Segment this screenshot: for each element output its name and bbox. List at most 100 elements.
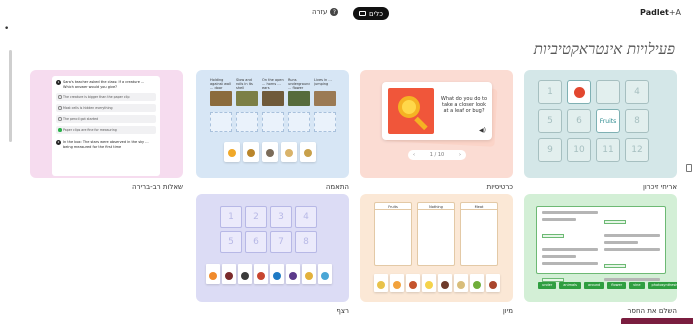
quiz-option[interactable]: The creature is bigger than the paper cl…	[56, 93, 156, 101]
activity-card-sequence[interactable]: 1 2 3 4 5 6 7 8 רצף	[196, 194, 349, 315]
card-label[interactable]: רצף	[196, 307, 349, 315]
match-drop-zone[interactable]	[236, 112, 258, 132]
match-drop-zone[interactable]	[210, 112, 232, 132]
activity-card-fill-blanks[interactable]: under animals around flower vine photosy…	[524, 194, 677, 315]
sort-bucket[interactable]: Nothing	[417, 202, 455, 266]
owl-icon	[247, 149, 255, 157]
blank-slot[interactable]	[604, 219, 626, 224]
bottom-corner-badge[interactable]	[621, 318, 693, 324]
activity-card-memory[interactable]: 1 4 5 6 Fruits 8 9 10 11 12 אריחי זיכרון	[524, 70, 677, 191]
match-image	[262, 91, 284, 106]
orange-icon	[209, 272, 217, 280]
sort-item[interactable]	[406, 274, 420, 292]
question-mark-icon: ?	[330, 8, 339, 16]
word-chip[interactable]: around	[583, 282, 605, 289]
match-drop-zone[interactable]	[288, 112, 310, 132]
quiz-option[interactable]: The pencil got started	[56, 115, 156, 123]
sequence-slot[interactable]: 4	[295, 206, 317, 228]
matching-thumbnail[interactable]: Holding against wall ... door Slow and r…	[196, 70, 349, 178]
sort-item[interactable]	[438, 274, 452, 292]
text-line	[542, 211, 598, 214]
sort-item[interactable]	[470, 274, 484, 292]
sequence-tile[interactable]	[254, 264, 268, 284]
sequence-slot[interactable]: 8	[295, 231, 317, 253]
tools-button[interactable]: כלים	[353, 7, 389, 20]
apple-icon	[573, 86, 585, 98]
card-label[interactable]: התאמה	[196, 183, 349, 191]
sort-item[interactable]	[486, 274, 500, 292]
match-drop-zone[interactable]	[262, 112, 284, 132]
sort-item[interactable]	[390, 274, 404, 292]
activity-card-matching[interactable]: Holding against wall ... door Slow and r…	[196, 70, 349, 191]
match-tile[interactable]	[224, 142, 240, 162]
card-label[interactable]: מיון	[360, 307, 513, 315]
sequence-tile[interactable]	[238, 264, 252, 284]
match-tile[interactable]	[243, 142, 259, 162]
match-tile[interactable]	[281, 142, 297, 162]
memory-tile: 10	[567, 138, 591, 162]
quiz-option-correct[interactable]: Paper clips are fine for measuring	[56, 126, 156, 134]
flashcards-thumbnail[interactable]: What do you do to take a closer look at …	[360, 70, 513, 178]
sequence-tile[interactable]	[222, 264, 236, 284]
logo-text: Padlet	[640, 8, 669, 17]
quiz-thumbnail[interactable]: 1 Sara's teacher asked the class: If a cr…	[30, 70, 183, 178]
sort-item[interactable]	[374, 274, 388, 292]
word-chip[interactable]: animals	[559, 282, 581, 289]
sequence-tile[interactable]	[270, 264, 284, 284]
blank-slot[interactable]	[542, 277, 564, 282]
sequence-slot[interactable]: 3	[270, 206, 292, 228]
sort-bucket[interactable]: Meat	[460, 202, 498, 266]
padlet-logo[interactable]: Padlet+A	[640, 8, 681, 17]
card-label[interactable]: השלם את החסר	[524, 307, 677, 315]
sort-thumbnail[interactable]: Fruits Nothing Meat	[360, 194, 513, 302]
sequence-tile[interactable]	[286, 264, 300, 284]
sequence-tile[interactable]	[318, 264, 332, 284]
fill-blanks-thumbnail[interactable]: under animals around flower vine photosy…	[524, 194, 677, 302]
sequence-slot[interactable]: 6	[245, 231, 267, 253]
deer-icon	[266, 149, 274, 157]
sequence-tile[interactable]	[206, 264, 220, 284]
frog-icon	[304, 149, 312, 157]
speaker-icon[interactable]: ◀)	[479, 127, 486, 134]
blank-slot[interactable]	[604, 263, 626, 268]
chevron-right-icon[interactable]: ›	[459, 152, 461, 158]
card-label[interactable]: אריחי זיכרון	[524, 183, 677, 191]
quiz-question-text: Sara's teacher asked the class: If a cre…	[63, 80, 145, 89]
activity-card-flashcards[interactable]: What do you do to take a closer look at …	[360, 70, 513, 191]
card-label[interactable]: כרטיסיות	[360, 183, 513, 191]
sort-bucket[interactable]: Fruits	[374, 202, 412, 266]
match-image	[210, 91, 232, 106]
chevron-left-icon[interactable]: ‹	[413, 152, 415, 158]
match-caption: Slow and rolls in its shell	[236, 78, 253, 90]
sequence-slot[interactable]: 1	[220, 206, 242, 228]
sort-item[interactable]	[454, 274, 468, 292]
memory-tile: 8	[625, 109, 649, 133]
match-tile[interactable]	[262, 142, 278, 162]
sequence-thumbnail[interactable]: 1 2 3 4 5 6 7 8	[196, 194, 349, 302]
side-panel-icon[interactable]	[686, 164, 692, 172]
steak-icon	[489, 281, 497, 289]
blank-slot[interactable]	[542, 233, 564, 238]
word-chip[interactable]: flower	[607, 282, 627, 289]
activity-card-quiz[interactable]: 1 Sara's teacher asked the class: If a cr…	[30, 70, 183, 191]
flashcard-pager[interactable]: ‹ 1 / 10 ›	[408, 150, 466, 160]
question-number-icon: 2	[56, 140, 61, 145]
match-drop-zone[interactable]	[314, 112, 336, 132]
match-tile[interactable]	[300, 142, 316, 162]
word-chip[interactable]: under	[538, 282, 557, 289]
quiz-option[interactable]: Most cells is hidden everything	[56, 104, 156, 112]
activity-card-sort[interactable]: Fruits Nothing Meat מיון	[360, 194, 513, 315]
sequence-slot[interactable]: 7	[270, 231, 292, 253]
help-button[interactable]: עזרה ?	[312, 8, 339, 16]
scrollbar-thumb[interactable]	[9, 50, 12, 142]
card-label[interactable]: שאלות רב-ברירה	[30, 183, 183, 191]
word-chip[interactable]: vine	[629, 282, 645, 289]
match-column: On the open ... horns ... ears	[262, 78, 284, 132]
word-chip[interactable]: photosynthesis	[647, 282, 677, 289]
memory-thumbnail[interactable]: 1 4 5 6 Fruits 8 9 10 11 12	[524, 70, 677, 178]
sequence-slot[interactable]: 2	[245, 206, 267, 228]
match-caption: Lives in ... jumping	[314, 78, 332, 86]
sequence-tile[interactable]	[302, 264, 316, 284]
sort-item[interactable]	[422, 274, 436, 292]
sequence-slot[interactable]: 5	[220, 231, 242, 253]
